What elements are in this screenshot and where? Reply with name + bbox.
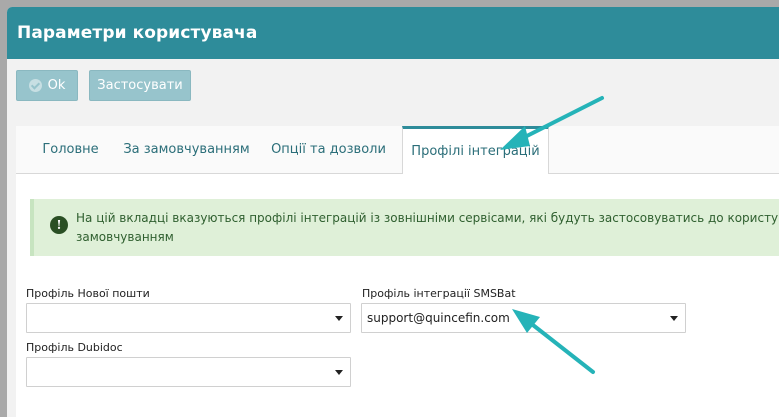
tab-options-permissions[interactable]: Опції та дозволи: [259, 126, 398, 173]
tab-defaults[interactable]: За замовчуванням: [117, 126, 256, 173]
smsbat-select[interactable]: support@quincefin.com: [361, 303, 686, 333]
nova-poshta-label: Профіль Нової пошти: [26, 287, 150, 300]
tab-integration-profiles[interactable]: Профілі інтеграцій: [402, 126, 549, 174]
info-text: На цій вкладці вказуються профілі інтегр…: [76, 211, 779, 244]
dubidoc-select[interactable]: [26, 357, 351, 387]
info-alert: ! На цій вкладці вказуються профілі інте…: [30, 199, 779, 256]
chevron-down-icon: [335, 370, 343, 375]
tab-bar: Головне За замовчуванням Опції та дозвол…: [16, 126, 779, 174]
dubidoc-label: Профіль Dubidoc: [26, 341, 123, 354]
user-settings-dialog: Параметри користувача Ok Застосувати Гол…: [7, 7, 779, 417]
dialog-title: Параметри користувача: [17, 23, 258, 43]
nova-poshta-select[interactable]: [26, 303, 351, 333]
ok-button[interactable]: Ok: [16, 70, 78, 101]
apply-button[interactable]: Застосувати: [89, 70, 191, 101]
check-circle-icon: [28, 79, 42, 92]
ok-button-label: Ok: [47, 78, 66, 93]
chevron-down-icon: [670, 316, 678, 321]
tab-main[interactable]: Головне: [27, 126, 114, 173]
tab-panel: Головне За замовчуванням Опції та дозвол…: [16, 126, 779, 417]
smsbat-label: Профіль інтеграції SMSBat: [362, 287, 516, 300]
chevron-down-icon: [335, 316, 343, 321]
apply-button-label: Застосувати: [97, 78, 183, 93]
smsbat-value: support@quincefin.com: [367, 311, 510, 325]
info-icon: !: [50, 216, 68, 234]
dialog-titlebar: Параметри користувача: [7, 7, 779, 59]
